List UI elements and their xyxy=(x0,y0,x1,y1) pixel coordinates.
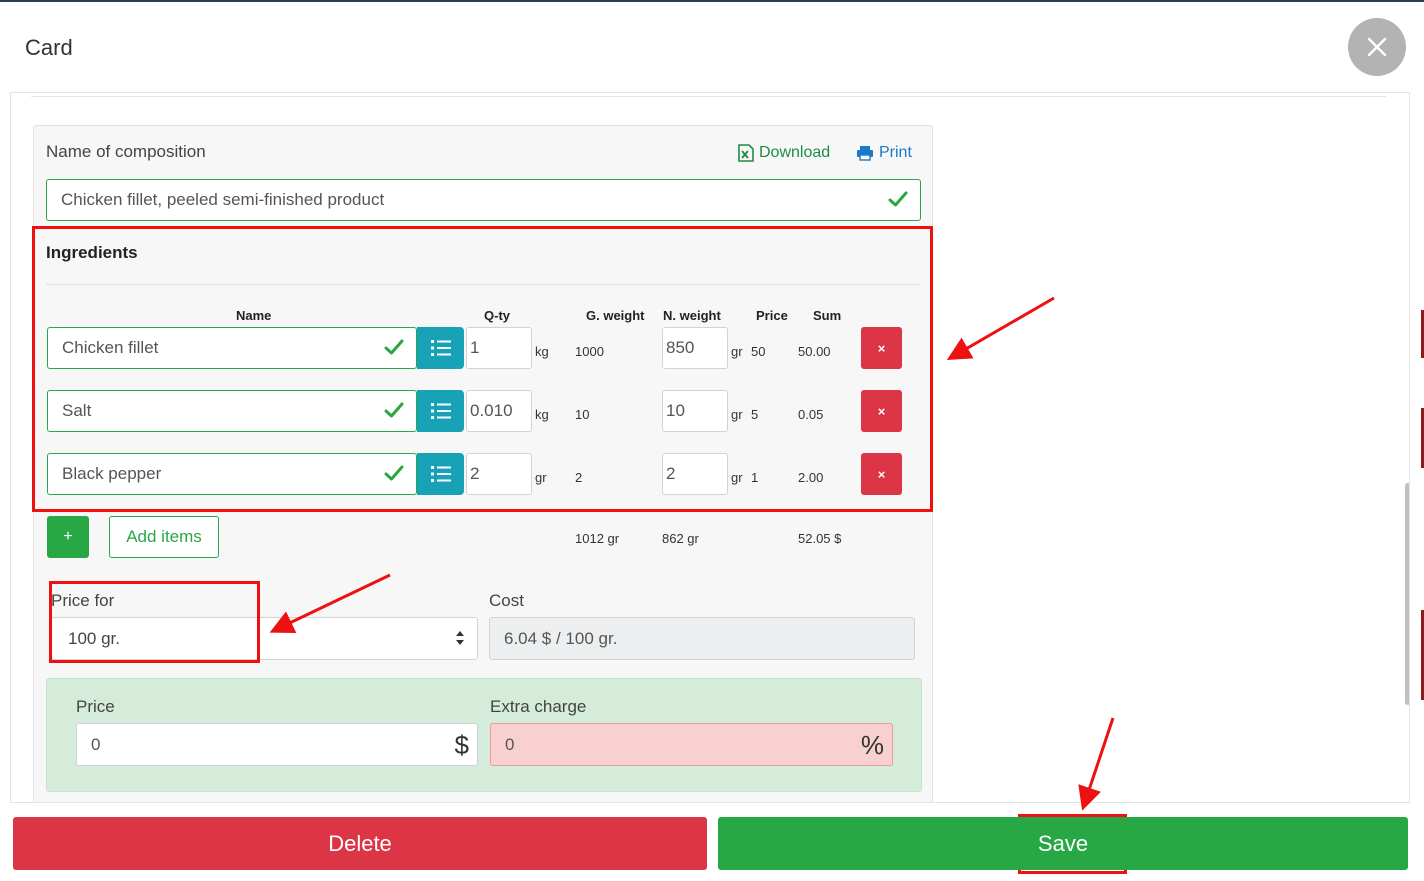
arrow-to-save xyxy=(1078,717,1115,811)
arrow-to-price-for xyxy=(269,573,391,634)
annotation-arrows xyxy=(269,296,1115,811)
arrow-to-ingredients xyxy=(946,296,1055,361)
